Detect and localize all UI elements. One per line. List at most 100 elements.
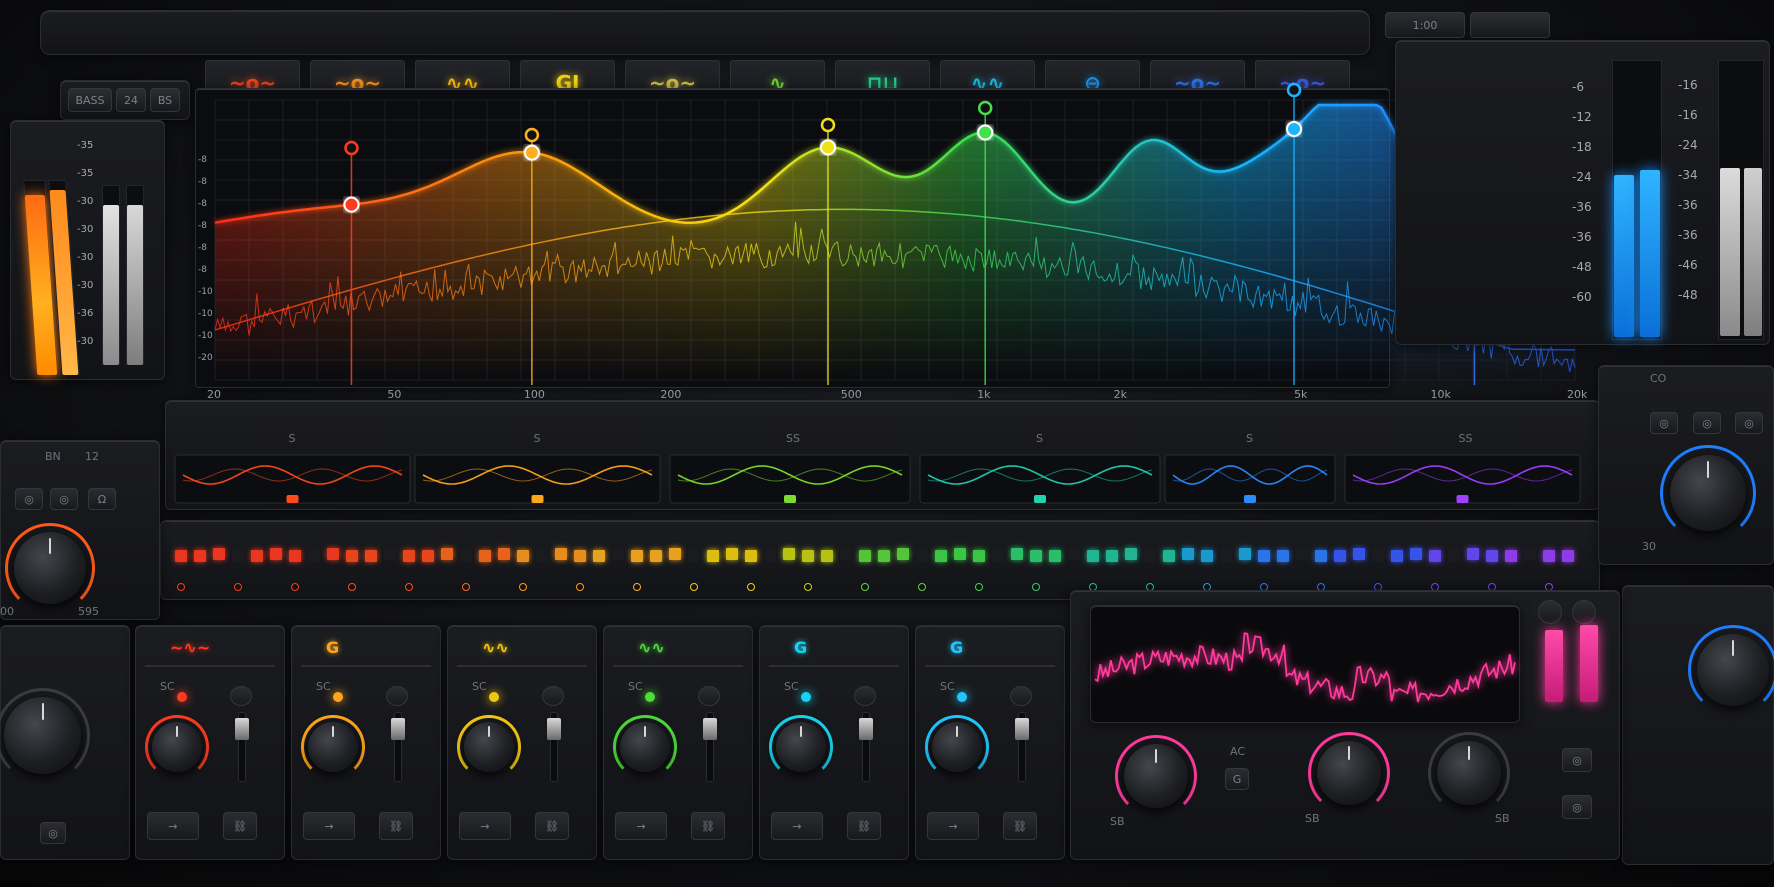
step-cell[interactable] (650, 550, 662, 562)
step-cell[interactable] (1353, 548, 1365, 560)
step-cell[interactable] (631, 550, 643, 562)
step-cell[interactable] (1486, 550, 1498, 562)
step-cell[interactable] (1524, 548, 1536, 560)
channel-solo-button[interactable] (854, 686, 876, 706)
step-cell[interactable] (1277, 550, 1289, 562)
channel-solo-button[interactable] (230, 686, 252, 706)
left-icon-button-0[interactable]: ◎ (15, 488, 43, 510)
step-cell[interactable] (745, 550, 757, 562)
channel-gain-knob[interactable] (620, 722, 670, 772)
step-cell[interactable] (973, 550, 985, 562)
step-cell[interactable] (327, 548, 339, 560)
analyzer-toggle-0[interactable] (1538, 600, 1562, 624)
step-cell[interactable] (460, 550, 472, 562)
step-cell[interactable] (1296, 548, 1308, 560)
step-cell[interactable] (384, 548, 396, 560)
channel-fader-handle[interactable] (859, 718, 873, 740)
left-icon-button-2[interactable]: Ω (88, 488, 116, 510)
channel-gain-knob[interactable] (152, 722, 202, 772)
step-cell[interactable] (840, 548, 852, 560)
step-cell[interactable] (1182, 548, 1194, 560)
step-cell[interactable] (802, 550, 814, 562)
step-cell[interactable] (783, 548, 795, 560)
step-cell[interactable] (517, 550, 529, 562)
step-cell[interactable] (1106, 550, 1118, 562)
bottom-left-knob[interactable] (4, 697, 81, 774)
step-cell[interactable] (441, 548, 453, 560)
channel-link-button[interactable]: ⛓ (535, 812, 569, 840)
analyzer-side-button-0[interactable]: ◎ (1562, 748, 1592, 772)
step-cell[interactable] (726, 548, 738, 560)
step-cell[interactable] (593, 550, 605, 562)
analyzer-knob-0[interactable] (1124, 744, 1188, 808)
step-cell[interactable] (707, 550, 719, 562)
step-cell[interactable] (536, 550, 548, 562)
step-cell[interactable] (574, 550, 586, 562)
step-cell[interactable] (289, 550, 301, 562)
step-cell[interactable] (213, 548, 225, 560)
step-cell[interactable] (1087, 550, 1099, 562)
channel-led[interactable] (957, 692, 967, 702)
step-cell[interactable] (1448, 550, 1460, 562)
analyzer-knob-2[interactable] (1437, 741, 1501, 805)
step-cell[interactable] (1201, 550, 1213, 562)
right-icon-button-1[interactable]: ◎ (1693, 412, 1721, 434)
step-cell[interactable] (251, 550, 263, 562)
step-cell[interactable] (859, 550, 871, 562)
step-cell[interactable] (270, 548, 282, 560)
step-cell[interactable] (1163, 550, 1175, 562)
step-cell[interactable] (764, 550, 776, 562)
step-cell[interactable] (194, 550, 206, 562)
step-cell[interactable] (1049, 550, 1061, 562)
channel-led[interactable] (645, 692, 655, 702)
top-right-button[interactable] (1470, 12, 1550, 38)
channel-solo-button[interactable] (386, 686, 408, 706)
left-icon-button-1[interactable]: ◎ (50, 488, 78, 510)
analyzer-toggle-1[interactable] (1572, 600, 1596, 624)
tag-button-0[interactable]: BASS (68, 88, 112, 112)
channel-solo-button[interactable] (542, 686, 564, 706)
channel-link-button[interactable]: ⛓ (1003, 812, 1037, 840)
tag-button-1[interactable]: 24 (116, 88, 146, 112)
step-cell[interactable] (1011, 548, 1023, 560)
step-cell[interactable] (422, 550, 434, 562)
channel-route-button[interactable]: → (303, 812, 355, 840)
left-master-knob[interactable] (14, 532, 86, 604)
step-cell[interactable] (1467, 548, 1479, 560)
step-cell[interactable] (1391, 550, 1403, 562)
step-cell[interactable] (555, 548, 567, 560)
step-cell[interactable] (821, 550, 833, 562)
channel-fader-handle[interactable] (703, 718, 717, 740)
step-cell[interactable] (688, 550, 700, 562)
channel-gain-knob[interactable] (932, 722, 982, 772)
channel-route-button[interactable]: → (147, 812, 199, 840)
step-cell[interactable] (1334, 550, 1346, 562)
step-cell[interactable] (1562, 550, 1574, 562)
channel-route-button[interactable]: → (615, 812, 667, 840)
channel-solo-button[interactable] (698, 686, 720, 706)
channel-link-button[interactable]: ⛓ (691, 812, 725, 840)
step-cell[interactable] (612, 548, 624, 560)
analyzer-knob-1[interactable] (1317, 741, 1381, 805)
step-cell[interactable] (346, 550, 358, 562)
channel-led[interactable] (801, 692, 811, 702)
step-cell[interactable] (1068, 548, 1080, 560)
channel-fader-handle[interactable] (1015, 718, 1029, 740)
step-cell[interactable] (1505, 550, 1517, 562)
step-cell[interactable] (992, 550, 1004, 562)
channel-route-button[interactable]: → (771, 812, 823, 840)
channel-gain-knob[interactable] (464, 722, 514, 772)
channel-link-button[interactable]: ⛓ (847, 812, 881, 840)
analyzer-mid-button[interactable]: G (1225, 768, 1249, 790)
channel-link-button[interactable]: ⛓ (223, 812, 257, 840)
step-cell[interactable] (1429, 550, 1441, 562)
step-cell[interactable] (1410, 548, 1422, 560)
analyzer-side-button-1[interactable]: ◎ (1562, 795, 1592, 819)
channel-led[interactable] (489, 692, 499, 702)
channel-led[interactable] (333, 692, 343, 702)
step-cell[interactable] (954, 548, 966, 560)
channel-solo-button[interactable] (1010, 686, 1032, 706)
step-cell[interactable] (232, 550, 244, 562)
channel-route-button[interactable]: → (459, 812, 511, 840)
channel-gain-knob[interactable] (308, 722, 358, 772)
